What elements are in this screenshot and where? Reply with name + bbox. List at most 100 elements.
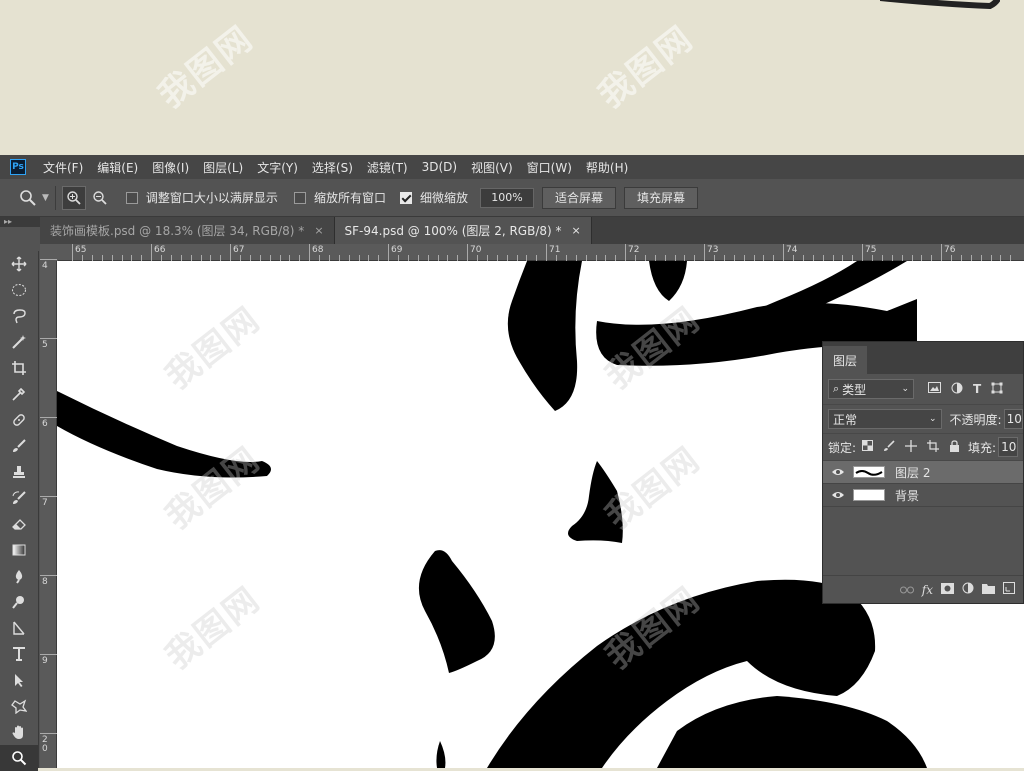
ruler-tick [862,244,863,261]
resize-windows-label: 调整窗口大小以满屏显示 [145,191,278,205]
close-icon[interactable]: × [572,224,581,237]
layer-row[interactable]: 图层 2 [823,461,1023,484]
menu-view[interactable]: 视图(V) [464,159,520,176]
layer-thumbnail [853,466,885,478]
watermark: 我图网 [151,18,262,117]
filter-shape-icon[interactable] [991,382,1003,397]
lock-transparent-icon[interactable] [862,440,874,454]
lock-artboard-icon[interactable] [927,439,940,455]
layer-row[interactable]: 背景 [823,484,1023,507]
tab-sf94[interactable]: SF-94.psd @ 100% (图层 2, RGB/8) * × [334,217,592,244]
zoom-out-icon[interactable] [88,186,112,210]
ruler-label: 74 [786,245,798,255]
ruler-label: 9 [42,656,48,666]
document-tab-bar: 装饰画模板.psd @ 18.3% (图层 34, RGB/8) * × SF-… [40,217,1024,244]
fill-screen-button[interactable]: 填充屏幕 [623,186,698,209]
path-selection-tool-icon[interactable] [0,667,38,693]
ruler-tick [388,244,389,261]
history-brush-tool-icon[interactable] [0,485,38,511]
ruler-label: 2 0 [42,735,48,754]
pen-tool-icon[interactable] [0,615,38,641]
dodge-tool-icon[interactable] [0,589,38,615]
zoom-tool-preset-icon[interactable] [16,186,40,210]
healing-brush-tool-icon[interactable] [0,407,38,433]
menu-select[interactable]: 选择(S) [305,159,360,176]
ruler-tick [40,259,57,260]
lock-position-icon[interactable] [905,439,918,455]
fit-screen-button[interactable]: 适合屏幕 [541,186,616,209]
layer-thumbnail [853,489,885,501]
crop-tool-icon[interactable] [0,355,38,381]
tab-layers[interactable]: 图层 [823,346,868,374]
blur-tool-icon[interactable] [0,563,38,589]
chevron-down-icon[interactable]: ▼ [42,193,49,203]
opacity-field[interactable]: 100 [1003,409,1023,429]
ink-stroke [880,0,1000,10]
eyedropper-tool-icon[interactable] [0,381,38,407]
ruler-label: 71 [549,245,561,255]
fx-icon[interactable]: fx [922,583,933,597]
magic-wand-tool-icon[interactable] [0,329,38,355]
scrubby-zoom-checkbox[interactable]: 细微缩放 [399,189,468,206]
ruler-tick [625,244,626,261]
menu-type[interactable]: 文字(Y) [250,159,305,176]
menu-help[interactable]: 帮助(H) [579,159,635,176]
resize-windows-checkbox[interactable]: 调整窗口大小以满屏显示 [125,189,278,206]
ruler-label: 72 [628,245,640,255]
menu-window[interactable]: 窗口(W) [520,159,579,176]
add-mask-icon[interactable] [941,582,954,597]
ruler-label: 69 [391,245,403,255]
layer-name: 背景 [895,488,920,503]
hand-tool-icon[interactable] [0,719,38,745]
eye-icon[interactable] [823,490,853,500]
new-layer-icon[interactable] [1003,582,1015,597]
blend-opacity-row: 正常 ⌄ 不透明度: 100 [823,405,1023,434]
brush-tool-icon[interactable] [0,433,38,459]
type-tool-icon[interactable] [0,641,38,667]
lock-paint-icon[interactable] [883,439,895,455]
move-tool-icon[interactable] [0,251,38,277]
layers-panel-tabs: 图层 [823,342,1023,374]
custom-shape-tool-icon[interactable] [0,693,38,719]
menu-filter[interactable]: 滤镜(T) [360,159,415,176]
ruler-label: 67 [233,245,245,255]
ps-logo-icon: Ps [10,159,26,175]
lock-all-icon[interactable] [949,439,960,455]
ruler-label: 5 [42,340,48,350]
ruler-tick [704,244,705,261]
layer-filter-select[interactable]: ⌕ 类型 ⌄ [828,379,914,399]
zoom-in-icon[interactable] [61,185,86,210]
tab-decoration-template[interactable]: 装饰画模板.psd @ 18.3% (图层 34, RGB/8) * × [40,217,335,244]
marquee-tool-icon[interactable] [0,277,38,303]
lasso-tool-icon[interactable] [0,303,38,329]
clone-stamp-tool-icon[interactable] [0,459,38,485]
menu-image[interactable]: 图像(I) [145,159,196,176]
filter-type-icon[interactable]: T [973,382,981,396]
gradient-tool-icon[interactable] [0,537,38,563]
new-group-icon[interactable] [982,583,995,597]
link-layers-icon[interactable] [899,583,914,597]
adjustment-layer-icon[interactable] [962,582,974,597]
vertical-ruler[interactable]: 4 5 6 7 8 9 2 0 [40,259,57,768]
ruler-tick [309,244,310,261]
filter-search-icon: ⌕ [833,382,840,395]
filter-image-icon[interactable] [928,382,941,396]
filter-adjustment-icon[interactable] [951,382,963,397]
blend-mode-select[interactable]: 正常 ⌄ [828,409,942,429]
menu-file[interactable]: 文件(F) [36,159,90,176]
close-icon[interactable]: × [314,224,323,237]
layer-filter-row: ⌕ 类型 ⌄ T [823,374,1023,405]
menu-3d[interactable]: 3D(D) [415,160,464,174]
menu-layer[interactable]: 图层(L) [196,159,250,176]
horizontal-ruler[interactable]: 65 66 67 68 69 70 71 72 73 74 75 76 [58,244,1024,261]
zoom-value-field[interactable]: 100% [479,187,534,208]
chevron-down-icon: ⌄ [928,414,937,424]
eye-icon[interactable] [823,467,853,477]
toolbar-collapse-handle[interactable]: ▸▸ [0,217,40,227]
ruler-label: 4 [42,261,48,271]
menu-edit[interactable]: 编辑(E) [90,159,145,176]
zoom-all-windows-checkbox[interactable]: 缩放所有窗口 [293,189,386,206]
eraser-tool-icon[interactable] [0,511,38,537]
zoom-tool-icon[interactable] [0,745,38,771]
fill-field[interactable]: 100 [998,437,1019,457]
